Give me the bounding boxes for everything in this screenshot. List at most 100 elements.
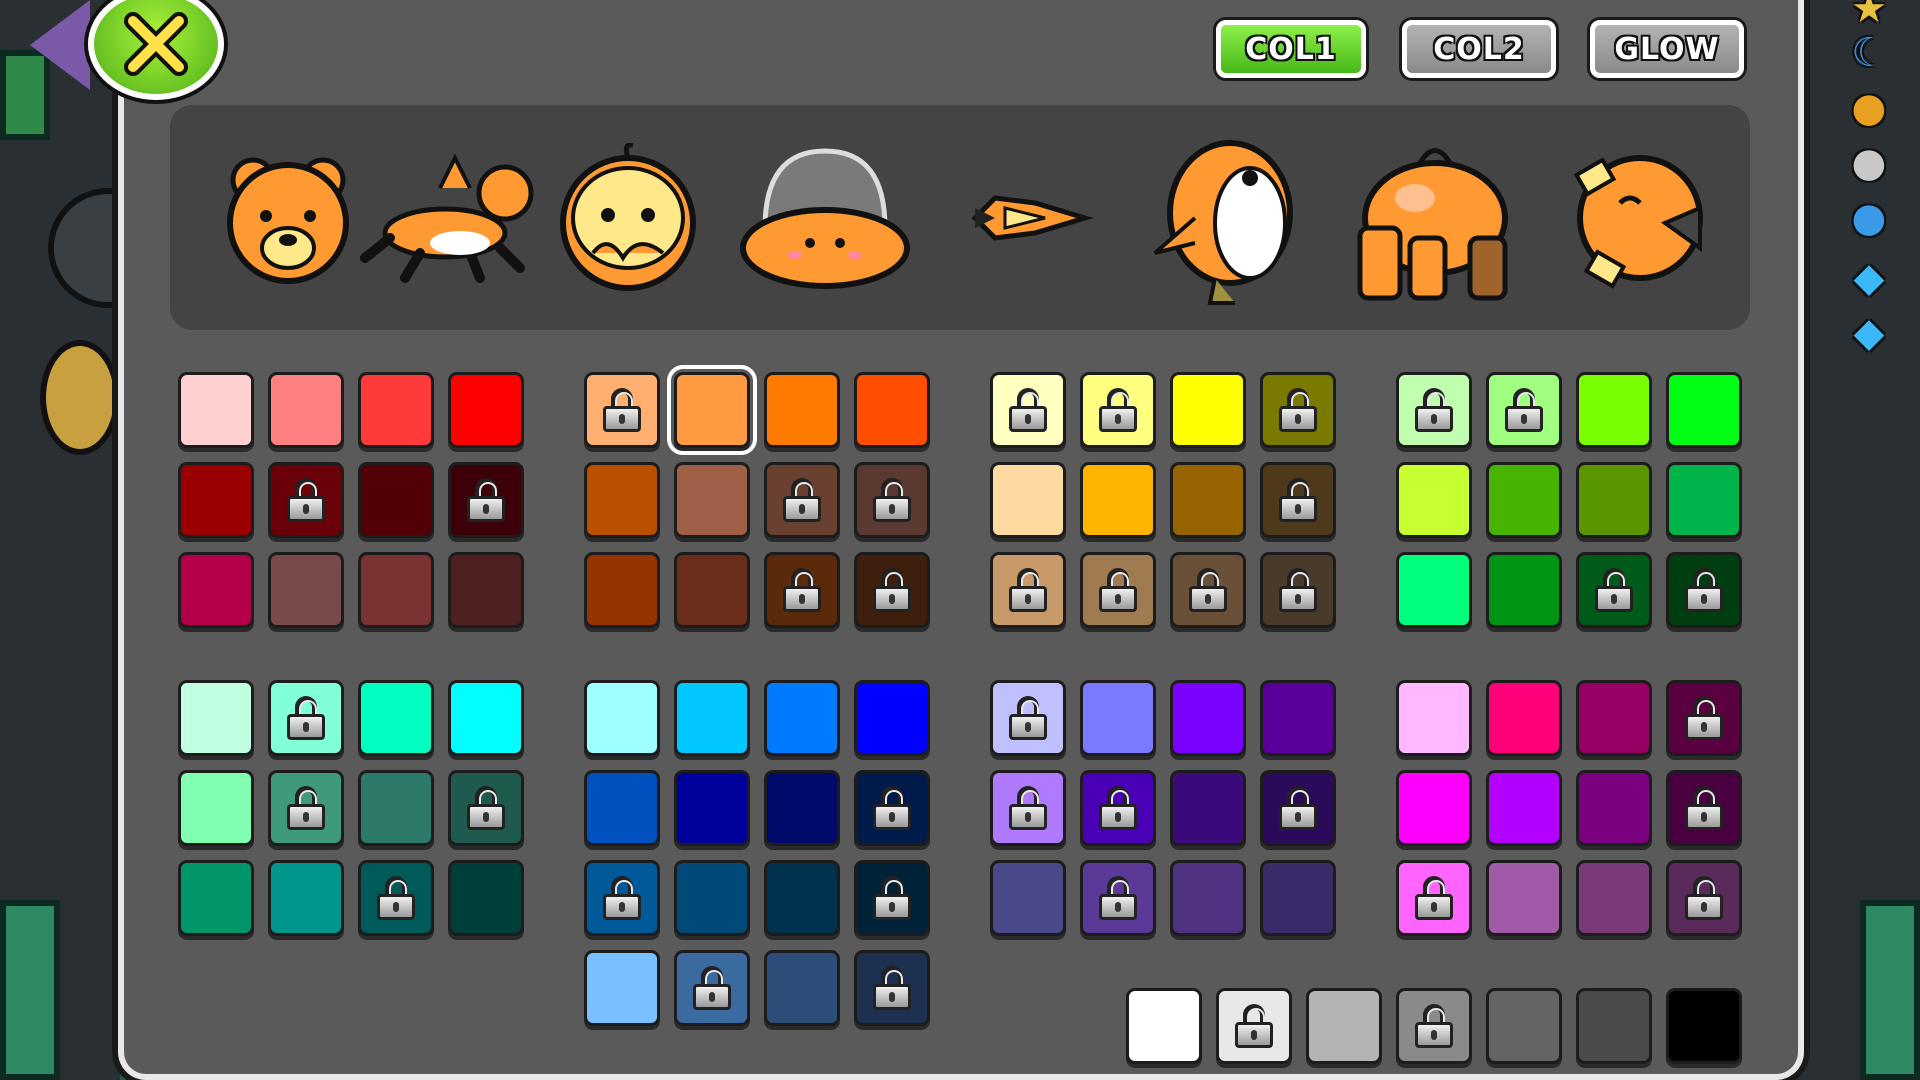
color-swatch-yellows[interactable] — [1170, 462, 1246, 538]
color-swatch-greens[interactable] — [1396, 372, 1472, 448]
color-swatch-purples[interactable] — [1260, 860, 1336, 936]
color-swatch-yellows[interactable] — [990, 552, 1066, 628]
color-swatch-greens[interactable] — [1486, 552, 1562, 628]
color-swatch-oranges[interactable] — [854, 372, 930, 448]
color-swatch-cyans[interactable] — [358, 860, 434, 936]
color-swatch-cyans[interactable] — [358, 680, 434, 756]
color-swatch-grays[interactable] — [1216, 988, 1292, 1064]
color-swatch-oranges[interactable] — [764, 372, 840, 448]
color-swatch-blues[interactable] — [764, 860, 840, 936]
color-swatch-blues[interactable] — [674, 860, 750, 936]
color-swatch-purples[interactable] — [1260, 680, 1336, 756]
palette-icon[interactable] — [40, 340, 120, 455]
color-swatch-oranges[interactable] — [674, 462, 750, 538]
color-swatch-blues[interactable] — [584, 950, 660, 1026]
color-swatch-pinks[interactable] — [1486, 680, 1562, 756]
tab-col2[interactable]: COL2 — [1402, 20, 1556, 78]
color-swatch-purples[interactable] — [1170, 680, 1246, 756]
color-swatch-pinks[interactable] — [1486, 770, 1562, 846]
color-swatch-blues[interactable] — [764, 950, 840, 1026]
color-swatch-purples[interactable] — [1080, 680, 1156, 756]
color-swatch-blues[interactable] — [584, 680, 660, 756]
color-swatch-oranges[interactable] — [584, 372, 660, 448]
color-swatch-cyans[interactable] — [268, 680, 344, 756]
color-swatch-blues[interactable] — [764, 680, 840, 756]
color-swatch-blues[interactable] — [674, 770, 750, 846]
color-swatch-greens[interactable] — [1396, 552, 1472, 628]
color-swatch-reds[interactable] — [178, 552, 254, 628]
color-swatch-grays[interactable] — [1396, 988, 1472, 1064]
color-swatch-pinks[interactable] — [1666, 680, 1742, 756]
color-swatch-reds[interactable] — [358, 462, 434, 538]
color-swatch-yellows[interactable] — [1260, 552, 1336, 628]
color-swatch-cyans[interactable] — [178, 680, 254, 756]
color-swatch-yellows[interactable] — [1170, 372, 1246, 448]
color-swatch-oranges[interactable] — [764, 552, 840, 628]
color-swatch-blues[interactable] — [854, 680, 930, 756]
color-swatch-purples[interactable] — [1080, 770, 1156, 846]
color-swatch-blues[interactable] — [854, 860, 930, 936]
color-swatch-purples[interactable] — [1260, 770, 1336, 846]
color-swatch-cyans[interactable] — [178, 770, 254, 846]
color-swatch-oranges[interactable] — [667, 365, 757, 455]
color-swatch-reds[interactable] — [358, 552, 434, 628]
color-swatch-oranges[interactable] — [764, 462, 840, 538]
color-swatch-greens[interactable] — [1486, 462, 1562, 538]
color-swatch-grays[interactable] — [1486, 988, 1562, 1064]
color-swatch-purples[interactable] — [990, 680, 1066, 756]
color-swatch-purples[interactable] — [1170, 770, 1246, 846]
color-swatch-greens[interactable] — [1396, 462, 1472, 538]
color-swatch-reds[interactable] — [268, 372, 344, 448]
tab-glow[interactable]: GLOW — [1590, 20, 1744, 78]
color-swatch-yellows[interactable] — [1170, 552, 1246, 628]
color-swatch-reds[interactable] — [448, 372, 524, 448]
color-swatch-yellows[interactable] — [1260, 372, 1336, 448]
color-swatch-reds[interactable] — [178, 462, 254, 538]
color-swatch-grays[interactable] — [1306, 988, 1382, 1064]
color-swatch-blues[interactable] — [854, 950, 930, 1026]
color-swatch-blues[interactable] — [584, 770, 660, 846]
color-swatch-reds[interactable] — [358, 372, 434, 448]
color-swatch-reds[interactable] — [178, 372, 254, 448]
color-swatch-purples[interactable] — [1170, 860, 1246, 936]
color-swatch-yellows[interactable] — [1080, 552, 1156, 628]
color-swatch-pinks[interactable] — [1576, 860, 1652, 936]
color-swatch-yellows[interactable] — [1260, 462, 1336, 538]
color-swatch-yellows[interactable] — [990, 372, 1066, 448]
color-swatch-greens[interactable] — [1576, 372, 1652, 448]
color-swatch-oranges[interactable] — [584, 552, 660, 628]
color-swatch-greens[interactable] — [1666, 462, 1742, 538]
color-swatch-yellows[interactable] — [1080, 462, 1156, 538]
color-swatch-oranges[interactable] — [854, 462, 930, 538]
color-swatch-blues[interactable] — [854, 770, 930, 846]
color-swatch-pinks[interactable] — [1396, 860, 1472, 936]
color-swatch-grays[interactable] — [1576, 988, 1652, 1064]
color-swatch-purples[interactable] — [1080, 860, 1156, 936]
tab-col1[interactable]: COL1 — [1216, 20, 1366, 78]
color-swatch-pinks[interactable] — [1666, 860, 1742, 936]
color-swatch-pinks[interactable] — [1666, 770, 1742, 846]
color-swatch-greens[interactable] — [1666, 552, 1742, 628]
color-swatch-reds[interactable] — [448, 552, 524, 628]
color-swatch-pinks[interactable] — [1576, 770, 1652, 846]
color-swatch-yellows[interactable] — [990, 462, 1066, 538]
color-swatch-grays[interactable] — [1126, 988, 1202, 1064]
color-swatch-cyans[interactable] — [358, 770, 434, 846]
color-swatch-greens[interactable] — [1486, 372, 1562, 448]
color-swatch-reds[interactable] — [268, 552, 344, 628]
color-swatch-cyans[interactable] — [178, 860, 254, 936]
color-swatch-cyans[interactable] — [448, 770, 524, 846]
color-swatch-blues[interactable] — [674, 950, 750, 1026]
color-swatch-oranges[interactable] — [854, 552, 930, 628]
color-swatch-pinks[interactable] — [1396, 770, 1472, 846]
color-swatch-oranges[interactable] — [674, 552, 750, 628]
color-swatch-greens[interactable] — [1576, 462, 1652, 538]
color-swatch-grays[interactable] — [1666, 988, 1742, 1064]
color-swatch-greens[interactable] — [1576, 552, 1652, 628]
color-swatch-oranges[interactable] — [584, 462, 660, 538]
color-swatch-purples[interactable] — [990, 860, 1066, 936]
color-swatch-pinks[interactable] — [1576, 680, 1652, 756]
color-swatch-blues[interactable] — [764, 770, 840, 846]
color-swatch-blues[interactable] — [674, 680, 750, 756]
color-swatch-cyans[interactable] — [268, 770, 344, 846]
